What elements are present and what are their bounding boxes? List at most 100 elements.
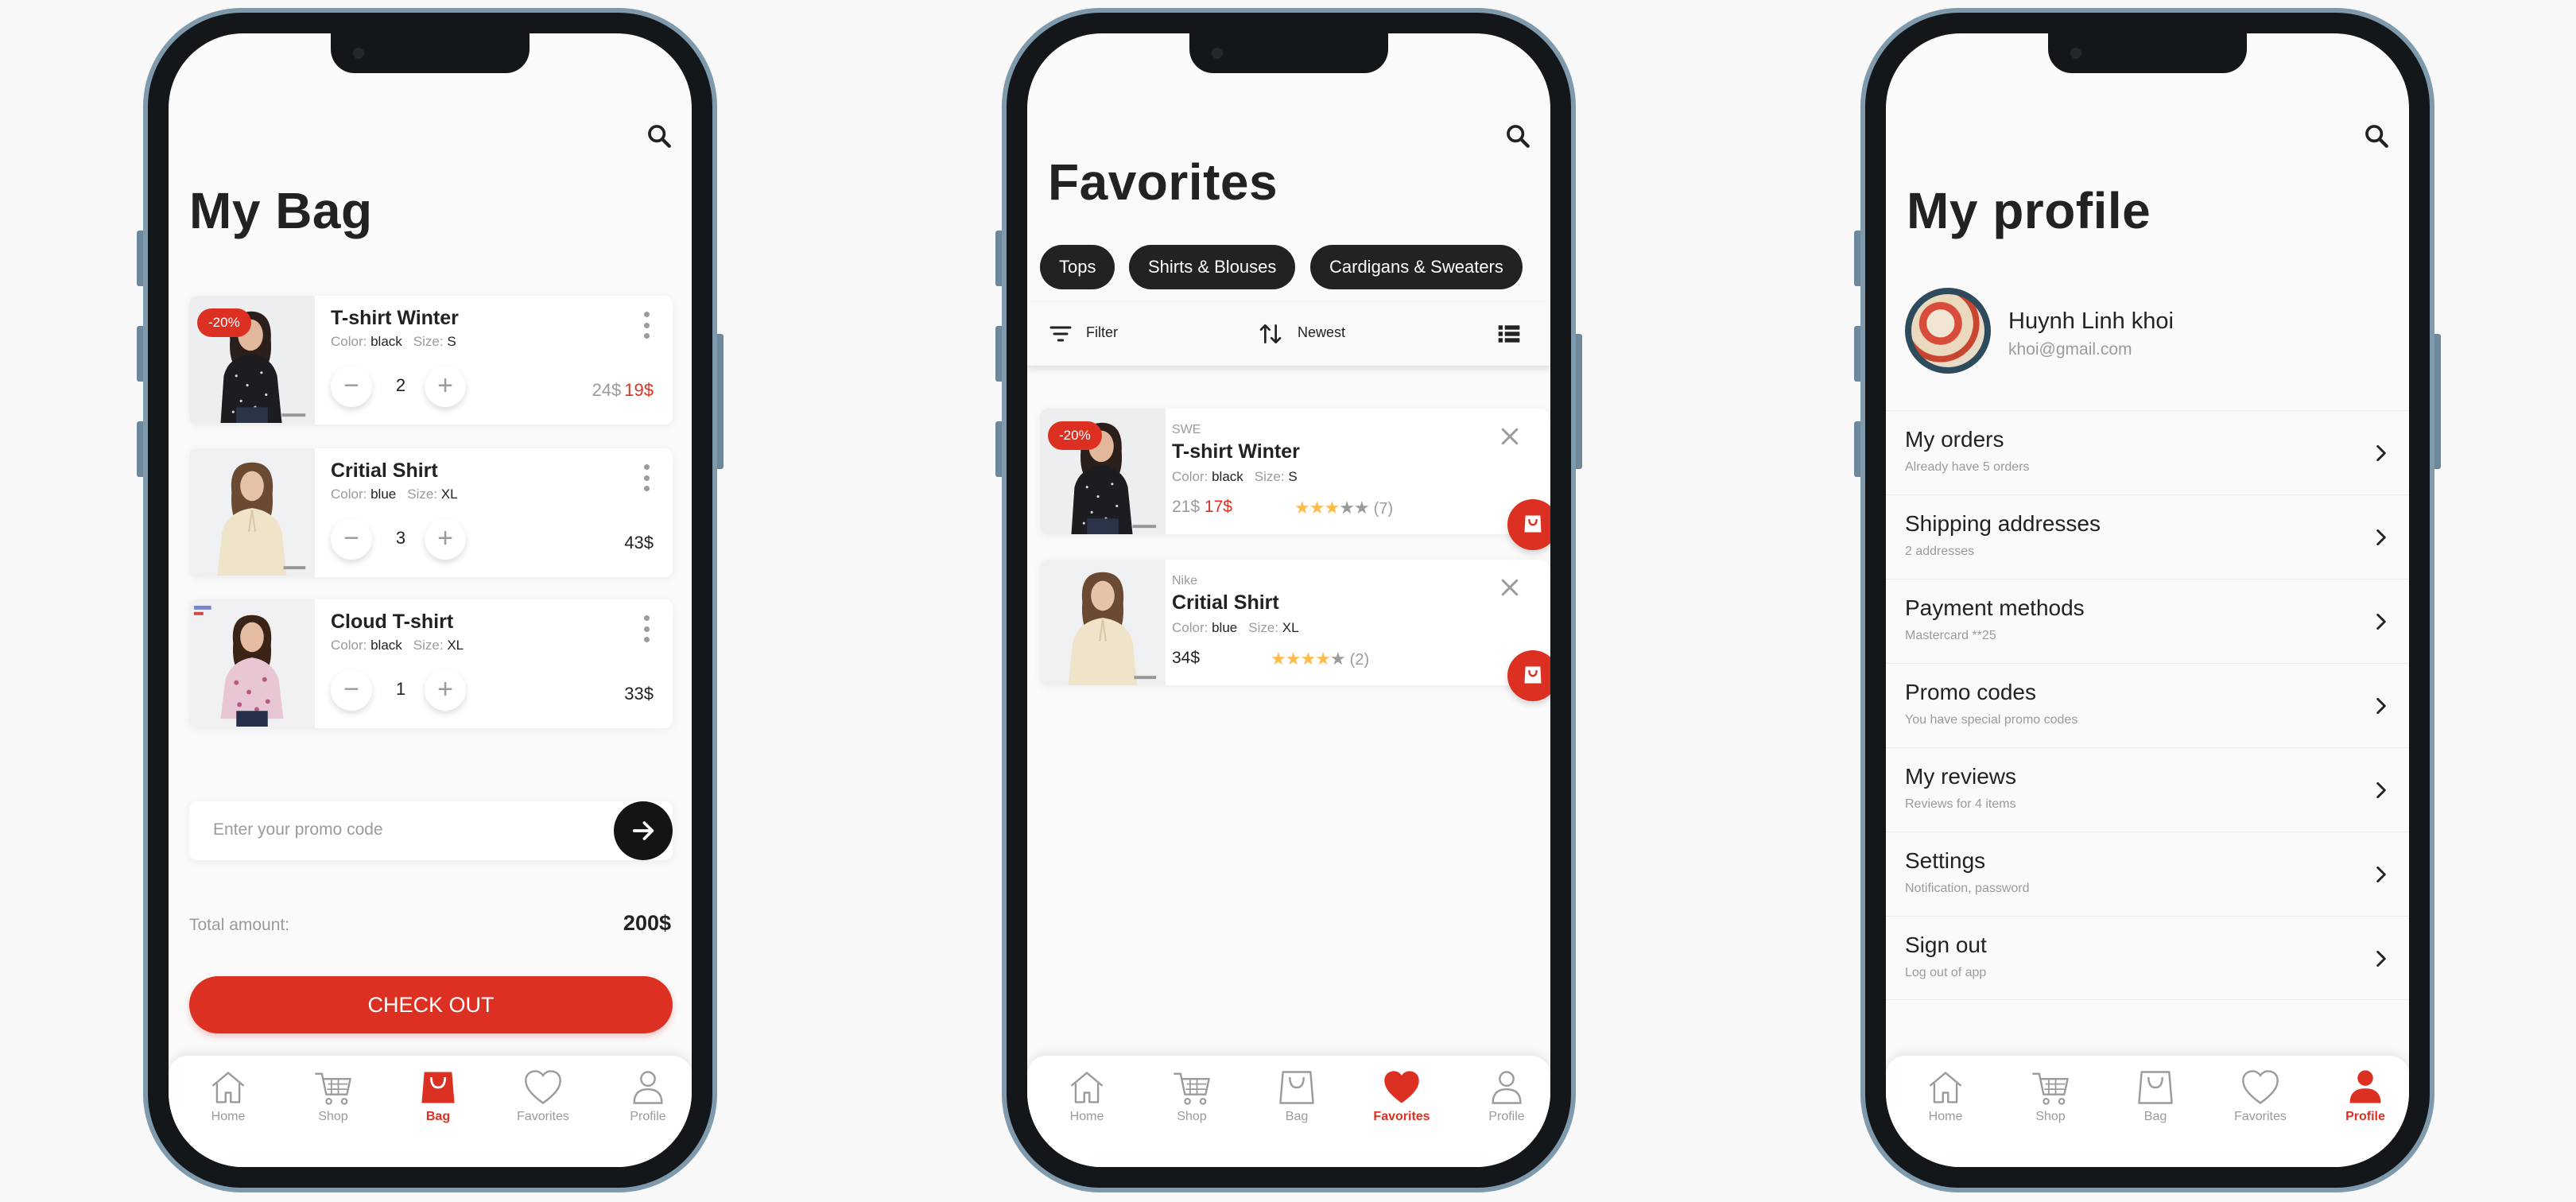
- star-filled-icon: ★: [1271, 649, 1286, 669]
- chevron-right-icon: [2372, 780, 2390, 801]
- search-icon[interactable]: [646, 122, 673, 149]
- remove-favorite-icon[interactable]: [1498, 576, 1522, 599]
- tab-home[interactable]: Home: [184, 1067, 272, 1124]
- arrow-right-icon: [630, 817, 657, 844]
- sort-icon[interactable]: [1258, 321, 1283, 347]
- quantity-value: 2: [395, 375, 406, 395]
- menu-item-my-reviews[interactable]: My reviews Reviews for 4 items: [1886, 747, 2409, 832]
- favorite-item[interactable]: Nike Critial Shirt Color: blue Size: XL 3…: [1040, 560, 1550, 701]
- menu-item-promo-codes[interactable]: Promo codes You have special promo codes: [1886, 663, 2409, 747]
- bag-icon: [1276, 1067, 1317, 1108]
- notch: [1189, 33, 1388, 73]
- review-count: (2): [1349, 651, 1370, 669]
- bag-item[interactable]: Cloud T-shirt Color: black Size: XL − 1 +…: [189, 599, 673, 728]
- tab-shop[interactable]: Shop: [2007, 1067, 2094, 1124]
- page-title: Favorites: [1048, 153, 1278, 211]
- item-price: 43$: [624, 533, 654, 553]
- increase-quantity-button[interactable]: +: [425, 669, 466, 711]
- product-name: Critial Shirt: [1172, 591, 1279, 614]
- tab-shop[interactable]: Shop: [1148, 1067, 1236, 1124]
- sort-label[interactable]: Newest: [1298, 324, 1345, 341]
- favorite-item[interactable]: -20% SWE T-shirt Winter Color: black Size…: [1040, 409, 1550, 550]
- camera-icon: [1212, 48, 1223, 59]
- product-attributes: Color: blue Size: XL: [331, 487, 458, 502]
- person-icon: [1486, 1067, 1527, 1108]
- tab-profile[interactable]: Profile: [2322, 1067, 2409, 1124]
- tab-home[interactable]: Home: [1902, 1067, 1989, 1124]
- bag-icon: [2135, 1067, 2176, 1108]
- old-price: 21$: [1172, 498, 1201, 516]
- avatar[interactable]: [1905, 288, 1991, 374]
- phone-profile: My profile Huynh Linh khoi khoi@gmail.co…: [1854, 8, 2441, 1192]
- tab-shop[interactable]: Shop: [289, 1067, 377, 1124]
- star-empty-icon: ★: [1329, 649, 1346, 669]
- bag-item[interactable]: -20% T-shirt Winter Color: black Size: S …: [189, 296, 673, 425]
- product-name: Critial Shirt: [331, 459, 438, 482]
- sale-price: 17$: [1204, 498, 1232, 516]
- product-brand: Nike: [1172, 574, 1198, 587]
- bag-icon: [1522, 513, 1544, 535]
- category-chip[interactable]: Tops: [1040, 245, 1115, 289]
- menu-item-sign-out[interactable]: Sign out Log out of app: [1886, 916, 2409, 1000]
- category-chip[interactable]: Cardigans & Sweaters: [1310, 245, 1523, 289]
- product-attributes: Color: black Size: S: [1172, 469, 1298, 484]
- tab-home[interactable]: Home: [1043, 1067, 1131, 1124]
- search-icon[interactable]: [1504, 122, 1531, 149]
- bag-icon: [417, 1067, 459, 1108]
- chevron-right-icon: [2372, 611, 2390, 632]
- tab-profile[interactable]: Profile: [604, 1067, 692, 1124]
- more-options-icon[interactable]: [644, 615, 650, 642]
- notch: [331, 33, 530, 73]
- remove-favorite-icon[interactable]: [1498, 425, 1522, 448]
- filter-icon[interactable]: [1048, 321, 1073, 347]
- total-label: Total amount:: [189, 916, 290, 934]
- tab-favorites[interactable]: Favorites: [499, 1067, 587, 1124]
- heart-icon: [522, 1067, 564, 1108]
- discount-badge: -20%: [1048, 421, 1102, 450]
- category-chip[interactable]: Shirts & Blouses: [1129, 245, 1296, 289]
- menu-item-shipping-addresses[interactable]: Shipping addresses 2 addresses: [1886, 494, 2409, 579]
- add-to-bag-button[interactable]: [1507, 499, 1550, 550]
- filter-label[interactable]: Filter: [1086, 324, 1118, 341]
- heart-icon: [1381, 1067, 1422, 1108]
- list-view-icon[interactable]: [1496, 321, 1522, 347]
- promo-code-input[interactable]: Enter your promo code: [189, 801, 673, 860]
- increase-quantity-button[interactable]: +: [425, 518, 466, 560]
- person-icon: [2345, 1067, 2386, 1108]
- more-options-icon[interactable]: [644, 464, 650, 491]
- review-count: (7): [1373, 500, 1394, 518]
- checkout-button[interactable]: CHECK OUT: [189, 976, 673, 1033]
- menu-item-payment-methods[interactable]: Payment methods Mastercard **25: [1886, 579, 2409, 663]
- user-email: khoi@gmail.com: [2008, 340, 2132, 359]
- tab-bag[interactable]: Bag: [1253, 1067, 1340, 1124]
- product-attributes: Color: blue Size: XL: [1172, 620, 1299, 635]
- phone-bezel: My profile Huynh Linh khoi khoi@gmail.co…: [1865, 13, 2430, 1188]
- favorites-screen: Favorites Tops Shirts & Blouses Cardigan…: [1027, 33, 1550, 1167]
- tab-favorites[interactable]: Favorites: [2217, 1067, 2304, 1124]
- decrease-quantity-button[interactable]: −: [331, 518, 372, 560]
- apply-promo-button[interactable]: [614, 801, 673, 860]
- search-icon[interactable]: [2363, 122, 2390, 149]
- home-icon: [1066, 1067, 1108, 1108]
- star-filled-icon: ★: [1300, 649, 1316, 669]
- tab-favorites[interactable]: Favorites: [1358, 1067, 1445, 1124]
- more-options-icon[interactable]: [644, 312, 650, 339]
- cart-icon: [312, 1067, 354, 1108]
- bag-item[interactable]: Critial Shirt Color: blue Size: XL − 3 + …: [189, 448, 673, 577]
- add-to-bag-button[interactable]: [1507, 650, 1550, 701]
- product-name: T-shirt Winter: [331, 307, 459, 329]
- page-title: My profile: [1907, 182, 2151, 239]
- tab-bag[interactable]: Bag: [2112, 1067, 2199, 1124]
- sale-price: 19$: [624, 380, 654, 400]
- bag-screen: My Bag -20% T-shirt Winter Color: black S…: [169, 33, 692, 1167]
- person-icon: [627, 1067, 669, 1108]
- decrease-quantity-button[interactable]: −: [331, 669, 372, 711]
- tab-profile[interactable]: Profile: [1463, 1067, 1550, 1124]
- decrease-quantity-button[interactable]: −: [331, 366, 372, 407]
- bag-icon: [1522, 664, 1544, 686]
- star-empty-icon: ★: [1353, 498, 1370, 518]
- menu-item-my-orders[interactable]: My orders Already have 5 orders: [1886, 410, 2409, 494]
- increase-quantity-button[interactable]: +: [425, 366, 466, 407]
- menu-item-settings[interactable]: Settings Notification, password: [1886, 832, 2409, 916]
- tab-bag[interactable]: Bag: [394, 1067, 482, 1124]
